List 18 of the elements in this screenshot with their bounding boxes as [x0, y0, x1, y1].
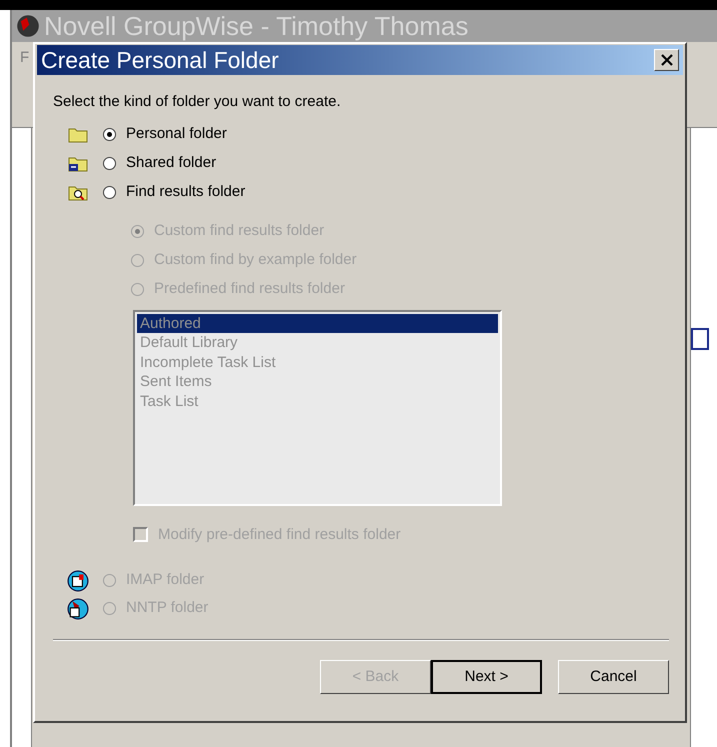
radio-label: Personal folder [126, 124, 227, 144]
selection-box [691, 328, 709, 350]
radio-button[interactable] [103, 186, 116, 198]
radio-button[interactable] [103, 128, 116, 140]
window-title: Novell GroupWise - Timothy Thomas [44, 13, 468, 39]
close-button[interactable] [654, 49, 679, 71]
mailbox-icon [67, 570, 89, 592]
close-icon [660, 54, 672, 66]
globe-icon [16, 14, 40, 38]
dialog-title: Create Personal Folder [41, 48, 279, 72]
radio-button[interactable] [103, 156, 116, 170]
radio-label: Shared folder [126, 152, 216, 173]
instruction-text: Select the kind of folder you want to create. [53, 92, 342, 112]
news-globe-icon [67, 598, 89, 620]
radio-label: Find results folder [126, 182, 246, 202]
dialog-button[interactable]: Cancel [558, 660, 669, 694]
menu-item[interactable]: F [20, 46, 30, 70]
dialog-button[interactable]: Next > [431, 660, 542, 694]
